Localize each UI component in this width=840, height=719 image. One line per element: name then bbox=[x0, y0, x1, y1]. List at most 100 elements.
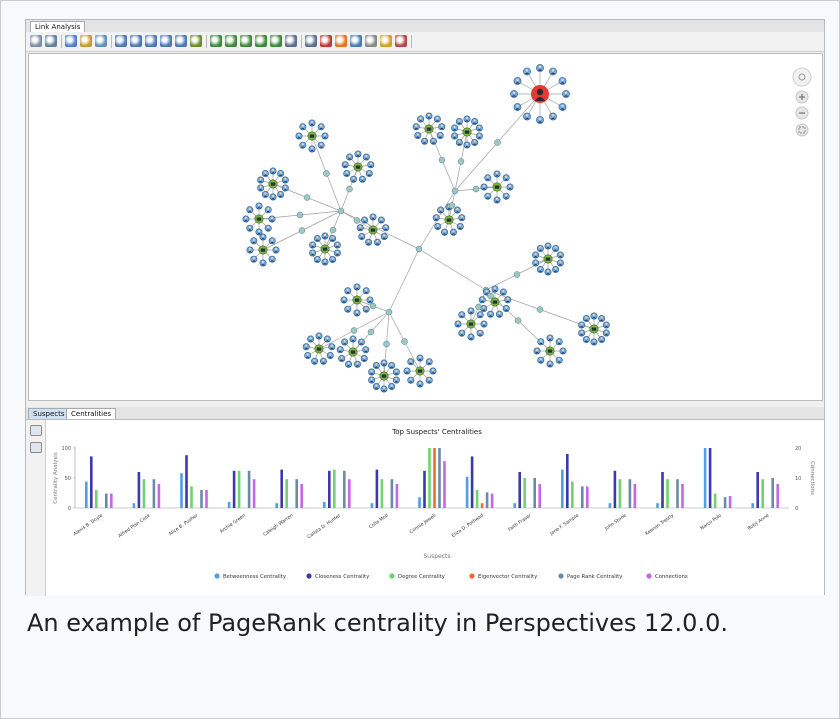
cluster-leaf[interactable] bbox=[358, 233, 366, 241]
bar-closeness-centrality[interactable] bbox=[232, 470, 236, 508]
cluster-leaf[interactable] bbox=[349, 335, 357, 343]
bar-page-rank-centrality[interactable] bbox=[247, 470, 251, 508]
tab-centralities[interactable]: Centralities bbox=[66, 408, 117, 419]
cluster-leaf[interactable] bbox=[268, 215, 276, 223]
tab-link-analysis[interactable]: Link Analysis bbox=[30, 21, 86, 32]
cluster-hub[interactable] bbox=[466, 319, 476, 329]
connector-node[interactable] bbox=[438, 156, 446, 164]
cluster-leaf[interactable] bbox=[536, 244, 544, 252]
bar-degree-centrality[interactable] bbox=[237, 470, 241, 508]
cluster-leaf[interactable] bbox=[546, 360, 554, 368]
cluster-hub[interactable] bbox=[424, 124, 434, 134]
cluster-hub[interactable] bbox=[307, 131, 317, 141]
cluster-leaf[interactable] bbox=[578, 321, 586, 329]
cluster-leaf[interactable] bbox=[329, 234, 337, 242]
cluster-leaf[interactable] bbox=[455, 117, 463, 125]
cluster-leaf[interactable] bbox=[333, 241, 341, 249]
cluster-hub[interactable] bbox=[348, 347, 358, 357]
bar-connections[interactable] bbox=[252, 479, 256, 508]
bar-connections[interactable] bbox=[395, 484, 399, 508]
cluster-leaf[interactable] bbox=[552, 266, 560, 274]
cluster-leaf[interactable] bbox=[602, 321, 610, 329]
cluster-leaf[interactable] bbox=[458, 329, 466, 337]
bar-closeness-centrality[interactable] bbox=[661, 472, 664, 508]
legend-item[interactable]: Closeness Centrality bbox=[306, 573, 369, 580]
cluster-hub[interactable] bbox=[320, 244, 330, 254]
cluster-leaf[interactable] bbox=[308, 119, 316, 127]
connector-node[interactable] bbox=[451, 187, 459, 195]
cluster-leaf[interactable] bbox=[504, 296, 512, 304]
network-graph-canvas[interactable] bbox=[29, 54, 824, 402]
cluster-leaf[interactable] bbox=[425, 376, 433, 384]
suspect-contact[interactable] bbox=[549, 112, 557, 121]
cluster-leaf[interactable] bbox=[259, 259, 267, 267]
suspect-contact[interactable] bbox=[523, 112, 531, 121]
bar-closeness-centrality[interactable] bbox=[566, 454, 569, 508]
cluster-leaf[interactable] bbox=[552, 244, 560, 252]
shortest-path-icon[interactable] bbox=[320, 35, 332, 47]
cluster-leaf[interactable] bbox=[506, 183, 514, 191]
cluster-leaf[interactable] bbox=[367, 161, 375, 169]
cluster-leaf[interactable] bbox=[317, 123, 325, 131]
filter-icon[interactable] bbox=[380, 35, 392, 47]
cluster-leaf[interactable] bbox=[532, 251, 540, 259]
cluster-leaf[interactable] bbox=[372, 361, 380, 369]
bar-closeness-centrality[interactable] bbox=[470, 456, 474, 508]
center-node[interactable] bbox=[415, 245, 423, 253]
cluster-leaf[interactable] bbox=[463, 115, 471, 123]
cluster-leaf[interactable] bbox=[353, 283, 361, 291]
cluster-leaf[interactable] bbox=[487, 310, 495, 318]
cluster-leaf[interactable] bbox=[259, 233, 267, 241]
cluster-leaf[interactable] bbox=[493, 170, 501, 178]
link-analysis-graph[interactable] bbox=[28, 53, 823, 401]
bar-connections[interactable] bbox=[300, 484, 303, 508]
zoom-out-icon[interactable] bbox=[795, 106, 809, 120]
bar-closeness-centrality[interactable] bbox=[185, 455, 188, 508]
cluster-leaf[interactable] bbox=[309, 249, 317, 257]
cluster-leaf[interactable] bbox=[317, 141, 325, 149]
cluster-leaf[interactable] bbox=[433, 115, 441, 123]
cluster-leaf[interactable] bbox=[328, 343, 336, 351]
cluster-leaf[interactable] bbox=[257, 176, 265, 184]
cluster-leaf[interactable] bbox=[261, 191, 269, 199]
cluster-leaf[interactable] bbox=[392, 376, 400, 384]
cluster-leaf[interactable] bbox=[302, 343, 310, 351]
cluster-leaf[interactable] bbox=[380, 359, 388, 367]
bar-page-rank-centrality[interactable] bbox=[343, 470, 346, 508]
suspect-contact[interactable] bbox=[510, 90, 518, 98]
zoom-icon[interactable] bbox=[115, 35, 127, 47]
cluster-leaf[interactable] bbox=[323, 335, 331, 343]
cluster-leaf[interactable] bbox=[437, 206, 445, 214]
bar-closeness-centrality[interactable] bbox=[328, 470, 331, 508]
cluster-leaf[interactable] bbox=[309, 241, 317, 249]
bar-degree-centrality[interactable] bbox=[523, 478, 526, 508]
cluster-leaf[interactable] bbox=[321, 258, 329, 266]
suspect-contact[interactable] bbox=[558, 103, 567, 111]
bar-page-rank-centrality[interactable] bbox=[723, 497, 727, 508]
bar-degree-centrality[interactable] bbox=[285, 479, 288, 508]
cluster-leaf[interactable] bbox=[246, 246, 254, 254]
bar-closeness-centrality[interactable] bbox=[708, 448, 712, 508]
bar-betweenness-centrality[interactable] bbox=[656, 503, 659, 508]
cluster-leaf[interactable] bbox=[336, 346, 344, 354]
copy-icon[interactable] bbox=[30, 425, 42, 436]
cluster-leaf[interactable] bbox=[590, 338, 598, 346]
bar-page-rank-centrality[interactable] bbox=[152, 479, 156, 508]
cluster-leaf[interactable] bbox=[432, 214, 440, 222]
bar-betweenness-centrality[interactable] bbox=[561, 469, 564, 508]
cluster-leaf[interactable] bbox=[382, 224, 390, 232]
connector-node[interactable] bbox=[448, 202, 456, 209]
connector-node[interactable] bbox=[303, 194, 311, 201]
settings-icon[interactable] bbox=[395, 35, 407, 47]
cluster-leaf[interactable] bbox=[250, 237, 258, 245]
bar-connections[interactable] bbox=[586, 486, 589, 508]
cluster-leaf[interactable] bbox=[313, 234, 321, 242]
bar-betweenness-centrality[interactable] bbox=[703, 448, 707, 508]
cluster-leaf[interactable] bbox=[533, 347, 541, 355]
bar-betweenness-centrality[interactable] bbox=[323, 502, 326, 508]
cluster-leaf[interactable] bbox=[261, 169, 269, 177]
connector-node[interactable] bbox=[494, 139, 501, 146]
bar-degree-centrality[interactable] bbox=[380, 479, 384, 508]
cluster-leaf[interactable] bbox=[417, 115, 425, 123]
layout-tree-icon[interactable] bbox=[270, 35, 282, 47]
